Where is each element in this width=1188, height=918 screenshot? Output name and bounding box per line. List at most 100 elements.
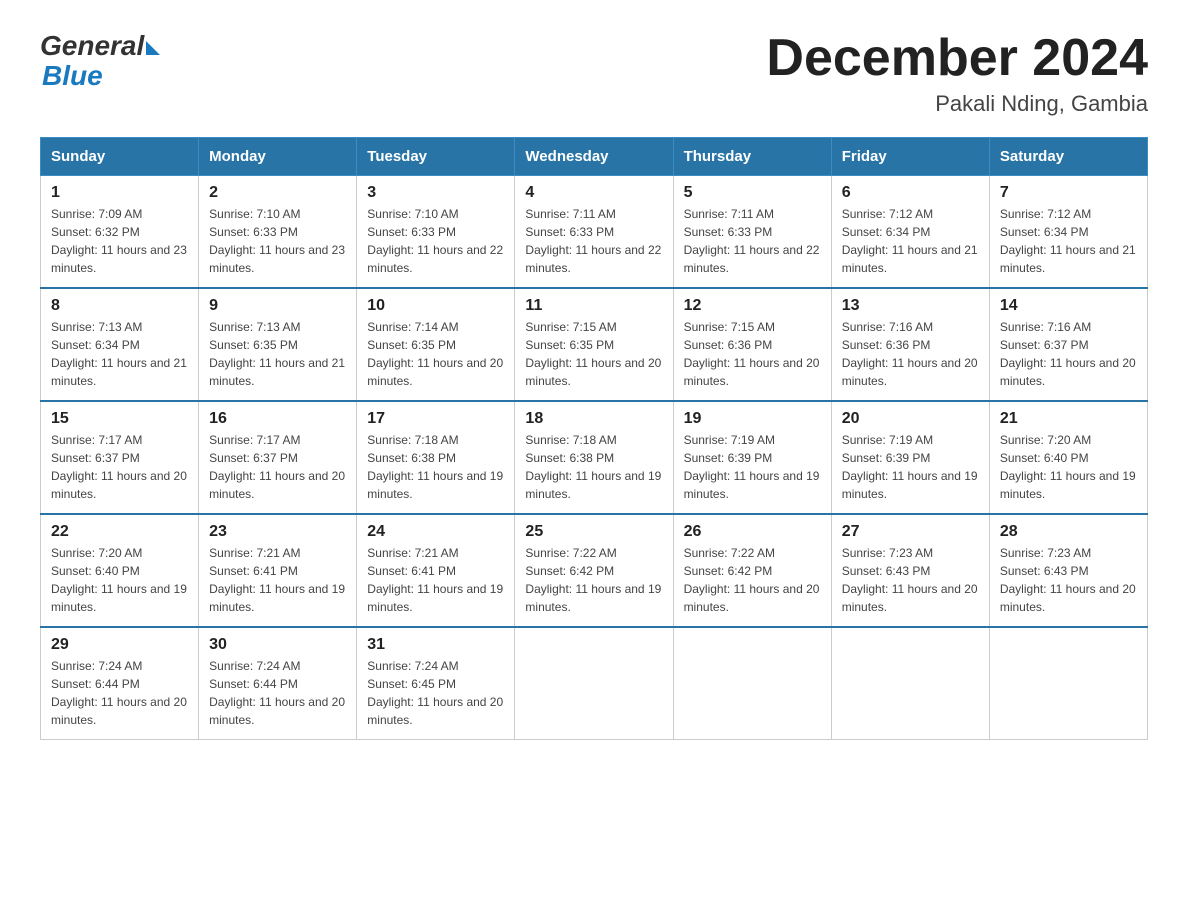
day-info: Sunrise: 7:24 AM Sunset: 6:44 PM Dayligh…	[209, 657, 346, 729]
day-number: 3	[367, 184, 504, 202]
day-number: 21	[1000, 410, 1137, 428]
day-number: 29	[51, 636, 188, 654]
day-number: 14	[1000, 297, 1137, 315]
day-info: Sunrise: 7:11 AM Sunset: 6:33 PM Dayligh…	[525, 205, 662, 277]
day-info: Sunrise: 7:09 AM Sunset: 6:32 PM Dayligh…	[51, 205, 188, 277]
calendar-cell: 19 Sunrise: 7:19 AM Sunset: 6:39 PM Dayl…	[673, 401, 831, 514]
day-number: 10	[367, 297, 504, 315]
day-info: Sunrise: 7:19 AM Sunset: 6:39 PM Dayligh…	[842, 431, 979, 503]
logo-blue-text: Blue	[42, 62, 160, 90]
calendar-title: December 2024	[766, 30, 1148, 87]
calendar-cell: 30 Sunrise: 7:24 AM Sunset: 6:44 PM Dayl…	[199, 627, 357, 740]
calendar-table: Sunday Monday Tuesday Wednesday Thursday…	[40, 137, 1148, 740]
calendar-cell: 22 Sunrise: 7:20 AM Sunset: 6:40 PM Dayl…	[41, 514, 199, 627]
calendar-cell: 8 Sunrise: 7:13 AM Sunset: 6:34 PM Dayli…	[41, 288, 199, 401]
calendar-cell: 2 Sunrise: 7:10 AM Sunset: 6:33 PM Dayli…	[199, 176, 357, 289]
day-number: 15	[51, 410, 188, 428]
calendar-cell: 11 Sunrise: 7:15 AM Sunset: 6:35 PM Dayl…	[515, 288, 673, 401]
day-number: 18	[525, 410, 662, 428]
day-number: 6	[842, 184, 979, 202]
day-info: Sunrise: 7:21 AM Sunset: 6:41 PM Dayligh…	[209, 544, 346, 616]
calendar-cell: 6 Sunrise: 7:12 AM Sunset: 6:34 PM Dayli…	[831, 176, 989, 289]
day-info: Sunrise: 7:10 AM Sunset: 6:33 PM Dayligh…	[209, 205, 346, 277]
day-number: 11	[525, 297, 662, 315]
calendar-cell: 10 Sunrise: 7:14 AM Sunset: 6:35 PM Dayl…	[357, 288, 515, 401]
calendar-cell: 1 Sunrise: 7:09 AM Sunset: 6:32 PM Dayli…	[41, 176, 199, 289]
calendar-cell: 28 Sunrise: 7:23 AM Sunset: 6:43 PM Dayl…	[989, 514, 1147, 627]
day-info: Sunrise: 7:22 AM Sunset: 6:42 PM Dayligh…	[684, 544, 821, 616]
day-info: Sunrise: 7:16 AM Sunset: 6:37 PM Dayligh…	[1000, 318, 1137, 390]
day-info: Sunrise: 7:13 AM Sunset: 6:34 PM Dayligh…	[51, 318, 188, 390]
calendar-week-row-5: 29 Sunrise: 7:24 AM Sunset: 6:44 PM Dayl…	[41, 627, 1148, 740]
header-wednesday: Wednesday	[515, 138, 673, 176]
page-header: General Blue December 2024 Pakali Nding,…	[40, 30, 1148, 117]
calendar-week-row-4: 22 Sunrise: 7:20 AM Sunset: 6:40 PM Dayl…	[41, 514, 1148, 627]
day-info: Sunrise: 7:23 AM Sunset: 6:43 PM Dayligh…	[1000, 544, 1137, 616]
header-monday: Monday	[199, 138, 357, 176]
day-number: 19	[684, 410, 821, 428]
day-info: Sunrise: 7:15 AM Sunset: 6:35 PM Dayligh…	[525, 318, 662, 390]
day-number: 26	[684, 523, 821, 541]
header-saturday: Saturday	[989, 138, 1147, 176]
calendar-cell: 23 Sunrise: 7:21 AM Sunset: 6:41 PM Dayl…	[199, 514, 357, 627]
calendar-cell: 21 Sunrise: 7:20 AM Sunset: 6:40 PM Dayl…	[989, 401, 1147, 514]
day-info: Sunrise: 7:20 AM Sunset: 6:40 PM Dayligh…	[1000, 431, 1137, 503]
logo-general-text: General	[40, 30, 144, 62]
calendar-cell: 20 Sunrise: 7:19 AM Sunset: 6:39 PM Dayl…	[831, 401, 989, 514]
day-number: 1	[51, 184, 188, 202]
calendar-cell: 3 Sunrise: 7:10 AM Sunset: 6:33 PM Dayli…	[357, 176, 515, 289]
header-sunday: Sunday	[41, 138, 199, 176]
header-friday: Friday	[831, 138, 989, 176]
day-number: 8	[51, 297, 188, 315]
day-info: Sunrise: 7:14 AM Sunset: 6:35 PM Dayligh…	[367, 318, 504, 390]
day-number: 7	[1000, 184, 1137, 202]
logo: General Blue	[40, 30, 160, 90]
calendar-cell: 5 Sunrise: 7:11 AM Sunset: 6:33 PM Dayli…	[673, 176, 831, 289]
day-number: 25	[525, 523, 662, 541]
calendar-cell: 15 Sunrise: 7:17 AM Sunset: 6:37 PM Dayl…	[41, 401, 199, 514]
day-info: Sunrise: 7:18 AM Sunset: 6:38 PM Dayligh…	[367, 431, 504, 503]
calendar-cell: 4 Sunrise: 7:11 AM Sunset: 6:33 PM Dayli…	[515, 176, 673, 289]
calendar-cell: 17 Sunrise: 7:18 AM Sunset: 6:38 PM Dayl…	[357, 401, 515, 514]
calendar-cell: 29 Sunrise: 7:24 AM Sunset: 6:44 PM Dayl…	[41, 627, 199, 740]
day-number: 2	[209, 184, 346, 202]
day-number: 28	[1000, 523, 1137, 541]
calendar-cell: 18 Sunrise: 7:18 AM Sunset: 6:38 PM Dayl…	[515, 401, 673, 514]
calendar-cell: 31 Sunrise: 7:24 AM Sunset: 6:45 PM Dayl…	[357, 627, 515, 740]
day-number: 27	[842, 523, 979, 541]
day-number: 4	[525, 184, 662, 202]
day-info: Sunrise: 7:17 AM Sunset: 6:37 PM Dayligh…	[209, 431, 346, 503]
calendar-subtitle: Pakali Nding, Gambia	[766, 91, 1148, 117]
day-info: Sunrise: 7:12 AM Sunset: 6:34 PM Dayligh…	[1000, 205, 1137, 277]
day-info: Sunrise: 7:11 AM Sunset: 6:33 PM Dayligh…	[684, 205, 821, 277]
day-info: Sunrise: 7:17 AM Sunset: 6:37 PM Dayligh…	[51, 431, 188, 503]
day-number: 9	[209, 297, 346, 315]
calendar-cell: 24 Sunrise: 7:21 AM Sunset: 6:41 PM Dayl…	[357, 514, 515, 627]
calendar-cell: 14 Sunrise: 7:16 AM Sunset: 6:37 PM Dayl…	[989, 288, 1147, 401]
calendar-cell: 12 Sunrise: 7:15 AM Sunset: 6:36 PM Dayl…	[673, 288, 831, 401]
calendar-cell: 13 Sunrise: 7:16 AM Sunset: 6:36 PM Dayl…	[831, 288, 989, 401]
calendar-week-row-3: 15 Sunrise: 7:17 AM Sunset: 6:37 PM Dayl…	[41, 401, 1148, 514]
logo-triangle-icon	[146, 41, 160, 55]
day-number: 22	[51, 523, 188, 541]
day-info: Sunrise: 7:10 AM Sunset: 6:33 PM Dayligh…	[367, 205, 504, 277]
day-info: Sunrise: 7:20 AM Sunset: 6:40 PM Dayligh…	[51, 544, 188, 616]
day-info: Sunrise: 7:15 AM Sunset: 6:36 PM Dayligh…	[684, 318, 821, 390]
day-info: Sunrise: 7:12 AM Sunset: 6:34 PM Dayligh…	[842, 205, 979, 277]
day-number: 5	[684, 184, 821, 202]
day-number: 23	[209, 523, 346, 541]
day-number: 16	[209, 410, 346, 428]
calendar-cell: 16 Sunrise: 7:17 AM Sunset: 6:37 PM Dayl…	[199, 401, 357, 514]
day-info: Sunrise: 7:19 AM Sunset: 6:39 PM Dayligh…	[684, 431, 821, 503]
header-thursday: Thursday	[673, 138, 831, 176]
calendar-cell	[831, 627, 989, 740]
day-info: Sunrise: 7:21 AM Sunset: 6:41 PM Dayligh…	[367, 544, 504, 616]
day-info: Sunrise: 7:16 AM Sunset: 6:36 PM Dayligh…	[842, 318, 979, 390]
calendar-cell: 27 Sunrise: 7:23 AM Sunset: 6:43 PM Dayl…	[831, 514, 989, 627]
day-info: Sunrise: 7:23 AM Sunset: 6:43 PM Dayligh…	[842, 544, 979, 616]
day-number: 17	[367, 410, 504, 428]
calendar-cell	[515, 627, 673, 740]
day-info: Sunrise: 7:24 AM Sunset: 6:44 PM Dayligh…	[51, 657, 188, 729]
calendar-cell: 26 Sunrise: 7:22 AM Sunset: 6:42 PM Dayl…	[673, 514, 831, 627]
day-info: Sunrise: 7:22 AM Sunset: 6:42 PM Dayligh…	[525, 544, 662, 616]
